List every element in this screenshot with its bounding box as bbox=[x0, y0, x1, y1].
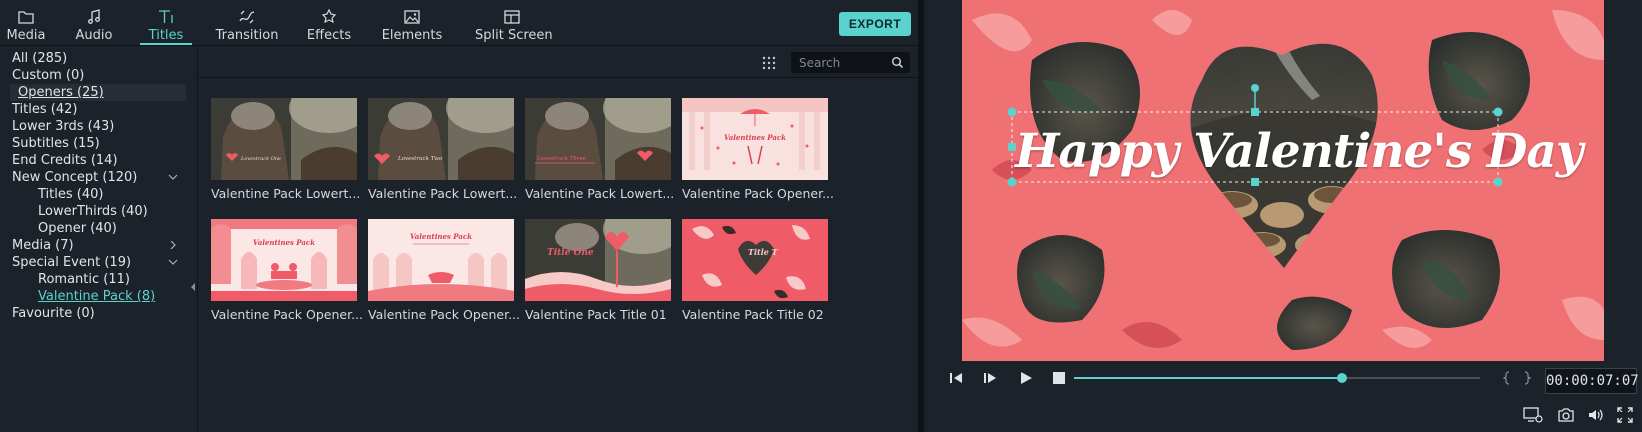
thumbnail-image: Lovestruck One bbox=[211, 98, 357, 180]
search-input[interactable] bbox=[799, 54, 889, 71]
sidebar-item-new-concept[interactable]: New Concept (120) bbox=[12, 169, 137, 186]
search-box bbox=[791, 52, 910, 73]
thumbnail-caption: Valentine Pack Lowert... bbox=[211, 186, 361, 201]
sidebar-item-favourite[interactable]: Favourite (0) bbox=[12, 305, 95, 322]
tab-titles[interactable]: Titles bbox=[140, 0, 192, 46]
top-toolbar: Media Audio Titles Transition Effects El… bbox=[0, 0, 918, 46]
sidebar-item-special-event[interactable]: Special Event (19) bbox=[12, 254, 131, 271]
chevron-down-icon[interactable] bbox=[168, 258, 178, 266]
thumbnail-image: Valentines Pack bbox=[211, 219, 357, 301]
sidebar-item-label: Openers (25) bbox=[18, 85, 104, 100]
thumbnail-image: Title One bbox=[525, 219, 671, 301]
thumbnail-caption: Valentine Pack Opener... bbox=[368, 307, 520, 322]
sidebar-item-romantic[interactable]: Romantic (11) bbox=[38, 271, 130, 288]
sidebar-item-nc-titles[interactable]: Titles (40) bbox=[38, 186, 103, 203]
fullscreen-icon[interactable] bbox=[1617, 407, 1633, 423]
tab-audio[interactable]: Audio bbox=[68, 0, 120, 46]
thumbnail-overlay-text: Valentines Pack bbox=[410, 232, 472, 241]
sidebar-item-titles[interactable]: Titles (42) bbox=[12, 101, 77, 118]
sidebar-item-custom[interactable]: Custom (0) bbox=[12, 67, 84, 84]
chevron-down-icon[interactable] bbox=[168, 173, 178, 181]
title-text-icon bbox=[159, 10, 173, 23]
thumbnail-caption: Valentine Pack Opener... bbox=[211, 307, 363, 322]
library-toolbar bbox=[199, 47, 918, 78]
progress-fill bbox=[1074, 377, 1342, 379]
mark-in-icon[interactable] bbox=[1502, 371, 1512, 385]
thumbnail-caption: Valentine Pack Lowert... bbox=[368, 186, 518, 201]
thumbnail-image: Lovestruck Three bbox=[525, 98, 671, 180]
tab-transition[interactable]: Transition bbox=[210, 0, 284, 46]
preview-panel: Happy Valentine's Day 00:00:07:07 bbox=[924, 0, 1642, 432]
split-screen-icon bbox=[504, 10, 520, 24]
music-note-icon bbox=[88, 9, 100, 24]
thumbnail-overlay-text: Lovestruck Two bbox=[397, 156, 443, 162]
category-sidebar: All (285) Custom (0) Openers (25) Titles… bbox=[0, 47, 198, 432]
title-overlay-layer: Happy Valentine's Day bbox=[962, 0, 1604, 361]
grid-view-icon[interactable] bbox=[762, 56, 776, 70]
sidebar-item-media[interactable]: Media (7) bbox=[12, 237, 74, 254]
render-preview-icon[interactable] bbox=[1523, 407, 1543, 423]
thumbnail-image: Title T bbox=[682, 219, 828, 301]
title-overlay-text[interactable]: Happy Valentine's Day bbox=[1015, 124, 1583, 179]
volume-icon[interactable] bbox=[1587, 407, 1605, 423]
thumbnail-caption: Valentine Pack Title 02 bbox=[682, 307, 824, 322]
titles-library: Lovestruck One Valentine Pack Lowert... … bbox=[199, 47, 918, 432]
thumbnail-overlay-text: Lovestruck One bbox=[240, 156, 281, 162]
selection-box[interactable] bbox=[962, 0, 1604, 361]
editor-panel: Media Audio Titles Transition Effects El… bbox=[0, 0, 918, 432]
sidebar-item-valentine-pack[interactable]: Valentine Pack (8) bbox=[38, 288, 155, 305]
timecode-display: 00:00:07:07 bbox=[1545, 368, 1639, 394]
playback-progress-bar[interactable] bbox=[1070, 368, 1484, 388]
sidebar-item-label: Valentine Pack (8) bbox=[38, 289, 156, 304]
thumbnail-caption: Valentine Pack Opener... bbox=[682, 186, 834, 201]
thumbnail-image: Valentines Pack bbox=[682, 98, 828, 180]
transition-icon bbox=[239, 10, 255, 24]
folder-icon bbox=[18, 11, 34, 24]
step-back-icon[interactable] bbox=[948, 371, 964, 385]
mark-out-icon[interactable] bbox=[1522, 371, 1532, 385]
search-icon[interactable] bbox=[891, 56, 904, 69]
preview-canvas[interactable]: Happy Valentine's Day bbox=[962, 0, 1604, 361]
thumbnail-image: Valentines Pack bbox=[368, 219, 514, 301]
sidebar-item-subtitles[interactable]: Subtitles (15) bbox=[12, 135, 100, 152]
sidebar-item-openers[interactable]: Openers (25) bbox=[10, 84, 186, 101]
sidebar-item-lower-3rds[interactable]: Lower 3rds (43) bbox=[12, 118, 114, 135]
export-button[interactable]: EXPORT bbox=[839, 12, 911, 36]
thumbnail-overlay-text: Title T bbox=[748, 247, 779, 257]
thumbnail-overlay-text: Lovestruck Three bbox=[536, 156, 587, 162]
tab-effects[interactable]: Effects bbox=[299, 0, 359, 46]
chevron-right-icon[interactable] bbox=[168, 241, 178, 249]
snapshot-icon[interactable] bbox=[1557, 407, 1575, 423]
sidebar-item-nc-lowerthirds[interactable]: LowerThirds (40) bbox=[38, 203, 148, 220]
collapse-sidebar-icon[interactable] bbox=[190, 283, 196, 291]
sidebar-item-nc-opener[interactable]: Opener (40) bbox=[38, 220, 117, 237]
image-icon bbox=[404, 10, 420, 24]
step-forward-icon[interactable] bbox=[982, 371, 998, 385]
stop-icon[interactable] bbox=[1052, 371, 1066, 385]
tab-media[interactable]: Media bbox=[0, 0, 52, 46]
play-icon[interactable] bbox=[1018, 371, 1034, 385]
sidebar-item-end-credits[interactable]: End Credits (14) bbox=[12, 152, 118, 169]
thumbnail-overlay-text: Title One bbox=[547, 248, 594, 258]
thumbnail-caption: Valentine Pack Lowert... bbox=[525, 186, 675, 201]
sidebar-item-all[interactable]: All (285) bbox=[12, 50, 67, 67]
playback-controls bbox=[924, 362, 1642, 432]
playhead-handle[interactable] bbox=[1336, 373, 1347, 383]
thumbnail-caption: Valentine Pack Title 01 bbox=[525, 307, 667, 322]
thumbnail-overlay-text: Valentines Pack bbox=[253, 238, 315, 247]
tab-split-screen[interactable]: Split Screen bbox=[475, 0, 553, 46]
effects-icon bbox=[321, 9, 337, 24]
tab-elements[interactable]: Elements bbox=[377, 0, 447, 46]
rotate-handle[interactable] bbox=[1251, 84, 1259, 92]
thumbnail-image: Lovestruck Two bbox=[368, 98, 514, 180]
thumbnail-overlay-text: Valentines Pack bbox=[724, 133, 786, 142]
